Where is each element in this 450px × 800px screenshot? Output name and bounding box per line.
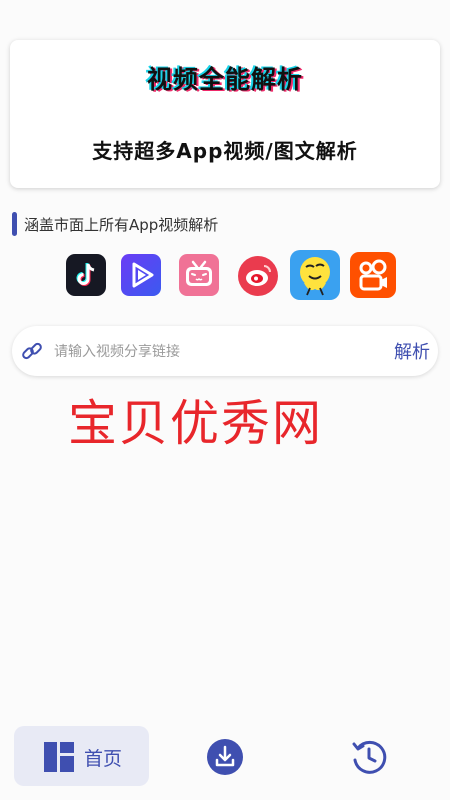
download-icon [207, 739, 243, 775]
link-input[interactable] [52, 326, 386, 378]
tab-history[interactable] [350, 738, 388, 776]
kuaishou-icon[interactable] [350, 252, 396, 298]
platform-icon-row [64, 250, 400, 302]
tiktok-icon[interactable] [66, 254, 106, 296]
history-icon [352, 740, 387, 774]
link-icon [20, 339, 44, 363]
tab-download[interactable] [206, 738, 244, 776]
weibo-icon[interactable] [238, 254, 278, 296]
banner-subtitle: 支持超多App视频/图文解析 [92, 139, 358, 163]
link-input-box: 解析 [12, 326, 438, 378]
parse-button[interactable]: 解析 [394, 338, 430, 364]
pipixia-icon[interactable] [290, 250, 340, 300]
tab-home[interactable]: 首页 [14, 726, 149, 786]
dashboard-icon [43, 741, 75, 773]
section-label: 涵盖市面上所有App视频解析 [24, 216, 219, 234]
section-accent-bar [12, 212, 17, 236]
banner-card: 视频全能解析 支持超多App视频/图文解析 [10, 40, 440, 188]
banner-title: 视频全能解析 [146, 65, 303, 94]
bottom-tab-bar: 首页 [0, 720, 450, 800]
play-icon[interactable] [121, 254, 161, 296]
bilibili-icon[interactable] [179, 254, 219, 296]
watermark-text: 宝贝优秀网 [68, 395, 324, 452]
tab-home-label: 首页 [84, 748, 123, 770]
